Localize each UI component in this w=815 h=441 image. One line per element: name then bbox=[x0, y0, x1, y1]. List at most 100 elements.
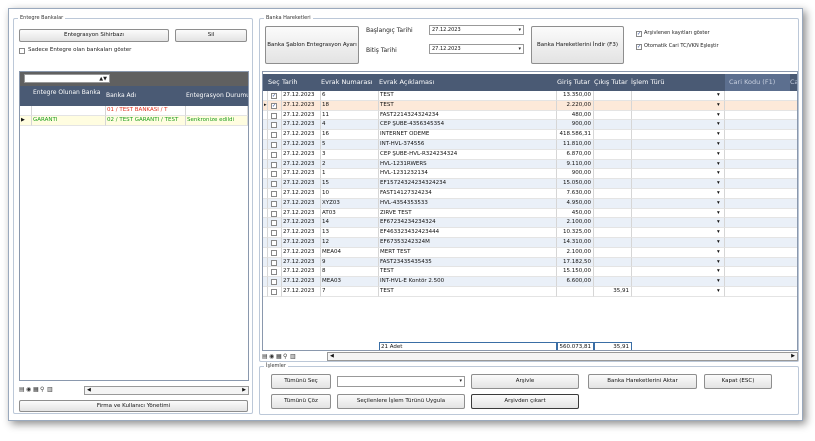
col-integrated-bank[interactable]: Entegre Olunan Banka bbox=[33, 86, 103, 106]
delete-button[interactable]: Sil bbox=[175, 29, 247, 42]
table-row[interactable]: 27.12.2023 4 CEP ŞUBE-4356345354 900,00 ▾ bbox=[263, 120, 797, 131]
cell-transaction-type[interactable]: ▾ bbox=[632, 189, 725, 199]
left-horizontal-scrollbar[interactable]: ◀ ▶ bbox=[84, 386, 249, 395]
col-account-code[interactable]: Cari Kodu (F1) bbox=[725, 74, 790, 91]
save-icon[interactable]: ▤ bbox=[262, 353, 268, 360]
cell-transaction-type[interactable]: ▾ bbox=[632, 208, 725, 219]
cell-transaction-type[interactable]: ▾ bbox=[632, 198, 725, 209]
row-select-checkbox[interactable] bbox=[271, 191, 277, 197]
table-row[interactable]: ▸ ✓ 27.12.2023 18 TEST 2.220,00 ▾ bbox=[263, 100, 797, 111]
only-integrated-checkbox[interactable] bbox=[19, 48, 25, 54]
scroll-right-icon[interactable]: ▶ bbox=[791, 353, 795, 359]
table-row[interactable]: 27.12.2023 AT03 ZIRVE TEST 450,00 ▾ bbox=[263, 208, 797, 219]
table-row[interactable]: 27.12.2023 7 TEST 35,91 ▾ bbox=[263, 287, 797, 297]
filter-icon[interactable]: ▦ bbox=[33, 386, 39, 393]
cell-transaction-type[interactable]: ▾ bbox=[632, 169, 725, 180]
cell-select[interactable] bbox=[268, 247, 282, 258]
cell-transaction-type[interactable]: ▾ bbox=[632, 257, 725, 268]
cell-select[interactable] bbox=[268, 277, 282, 287]
row-select-checkbox[interactable] bbox=[271, 161, 277, 168]
table-row[interactable]: 01 / TEST BANKASI / T bbox=[20, 106, 248, 116]
table-row[interactable]: 27.12.2023 15 EF15724324234324234 15.050,00… bbox=[263, 179, 797, 189]
table-row[interactable]: 27.12.2023 MEA03 INT-HVL-E Kontör 2.500 6.6… bbox=[263, 277, 797, 287]
cell-select[interactable] bbox=[268, 140, 282, 150]
row-select-checkbox[interactable] bbox=[271, 200, 277, 207]
table-row[interactable]: 27.12.2023 5 INT-HVL-374556 11.810,00 ▾ bbox=[263, 140, 797, 150]
cell-transaction-type[interactable]: ▾ bbox=[632, 247, 725, 258]
apply-transaction-type-button[interactable]: Seçilenlere İşlem Türünü Uygula bbox=[337, 394, 465, 409]
table-row[interactable]: 27.12.2023 8 TEST 15.150,00 ▾ bbox=[263, 267, 797, 278]
row-select-checkbox[interactable] bbox=[271, 249, 277, 256]
show-archived-checkbox[interactable]: ✓ bbox=[636, 31, 642, 37]
cell-select[interactable] bbox=[268, 159, 282, 170]
company-user-management-button[interactable]: Firma ve Kullanıcı Yönetimi bbox=[19, 400, 248, 412]
cell-select[interactable] bbox=[268, 257, 282, 268]
col-doc-description[interactable]: Evrak Açıklaması bbox=[379, 74, 529, 91]
cell-transaction-type[interactable]: ▾ bbox=[632, 110, 725, 121]
table-row[interactable]: 27.12.2023 MEA04 MERT TEST 2.100,00 ▾ bbox=[263, 247, 797, 258]
view-icon[interactable]: ◉ bbox=[269, 353, 274, 360]
table-row[interactable]: 27.12.2023 13 EF463323432423444 10.325,00 ▾ bbox=[263, 228, 797, 238]
cell-select[interactable] bbox=[268, 130, 282, 140]
col-doc-number[interactable]: Evrak Numarası bbox=[321, 74, 376, 91]
table-row[interactable]: 27.12.2023 11 FAST2214324324234 480,00 ▾ bbox=[263, 110, 797, 121]
cell-select[interactable] bbox=[268, 267, 282, 278]
col-transaction-type[interactable]: İşlem Türü bbox=[631, 74, 726, 91]
cell-transaction-type[interactable]: ▾ bbox=[632, 287, 725, 297]
cell-transaction-type[interactable]: ▾ bbox=[632, 179, 725, 189]
row-select-checkbox[interactable] bbox=[271, 240, 277, 246]
scroll-right-icon[interactable]: ▶ bbox=[242, 387, 246, 393]
cell-select[interactable] bbox=[268, 169, 282, 180]
bank-template-settings-button[interactable]: Banka Şablon Entegrasyon Ayarı bbox=[265, 26, 359, 64]
table-row[interactable]: ✓ 27.12.2023 6 TEST 13.350,00 ▾ bbox=[263, 91, 797, 101]
table-row[interactable]: 27.12.2023 3 CEP ŞUBE-HVL-R324234324 6.870,… bbox=[263, 149, 797, 160]
end-date-picker[interactable]: 27.12.2023 ▾ bbox=[429, 44, 524, 54]
search-icon[interactable]: ⚲ bbox=[283, 353, 287, 360]
row-select-checkbox[interactable]: ✓ bbox=[271, 102, 277, 109]
cell-select[interactable] bbox=[268, 120, 282, 131]
cell-select[interactable] bbox=[268, 189, 282, 199]
cell-select[interactable] bbox=[268, 110, 282, 121]
cell-transaction-type[interactable]: ▾ bbox=[632, 238, 725, 248]
col-in-amount[interactable]: Giriş Tutar bbox=[557, 74, 593, 91]
row-select-checkbox[interactable] bbox=[271, 269, 277, 276]
print-icon[interactable]: ▥ bbox=[290, 353, 296, 360]
row-select-checkbox[interactable] bbox=[271, 132, 277, 139]
table-row[interactable]: 27.12.2023 16 INTERNET ODEME 418.586,31 ▾ bbox=[263, 130, 797, 140]
row-select-checkbox[interactable] bbox=[271, 151, 277, 158]
cell-transaction-type[interactable]: ▾ bbox=[632, 267, 725, 278]
cell-transaction-type[interactable]: ▾ bbox=[632, 218, 725, 229]
save-icon[interactable]: ▤ bbox=[19, 386, 25, 393]
view-icon[interactable]: ◉ bbox=[26, 386, 31, 393]
cell-select[interactable] bbox=[268, 238, 282, 248]
row-select-checkbox[interactable] bbox=[271, 112, 277, 119]
table-row[interactable]: ▶ GARANTI 02 / TEST GARANTI / TEST Senkr… bbox=[20, 116, 248, 126]
table-row[interactable]: 27.12.2023 14 EF67234234234324 2.100,00 ▾ bbox=[263, 218, 797, 229]
row-select-checkbox[interactable] bbox=[271, 220, 277, 227]
unarchive-button[interactable]: Arşivden çıkart bbox=[471, 394, 579, 409]
cell-select[interactable] bbox=[268, 208, 282, 219]
row-select-checkbox[interactable] bbox=[271, 171, 277, 178]
table-row[interactable]: 27.12.2023 XYZ03 HVL-4354353533 4.950,00 ▾ bbox=[263, 198, 797, 209]
transfer-bank-movements-button[interactable]: Banka Hareketlerini Aktar bbox=[588, 374, 697, 389]
cell-transaction-type[interactable]: ▾ bbox=[632, 149, 725, 160]
col-account-more[interactable]: Ca bbox=[790, 74, 797, 91]
cell-select[interactable] bbox=[268, 149, 282, 160]
row-select-checkbox[interactable] bbox=[271, 230, 277, 237]
cell-select[interactable] bbox=[268, 179, 282, 189]
row-select-checkbox[interactable] bbox=[271, 289, 277, 295]
row-select-checkbox[interactable] bbox=[271, 142, 277, 148]
print-icon[interactable]: ▥ bbox=[47, 386, 53, 393]
integration-wizard-button[interactable]: Entegrasyon Sihirbazı bbox=[19, 29, 169, 42]
col-out-amount[interactable]: Çıkış Tutar bbox=[594, 74, 632, 91]
download-bank-movements-button[interactable]: Banka Hareketlerini İndir (F3) bbox=[531, 26, 624, 64]
cell-select[interactable]: ✓ bbox=[268, 91, 282, 101]
table-row[interactable]: 27.12.2023 10 FAST14127324234 7.630,00 ▾ bbox=[263, 189, 797, 199]
row-select-checkbox[interactable] bbox=[271, 210, 277, 217]
scroll-left-icon[interactable]: ◀ bbox=[330, 353, 334, 359]
row-select-checkbox[interactable] bbox=[271, 122, 277, 129]
row-select-checkbox[interactable] bbox=[271, 259, 277, 266]
start-date-picker[interactable]: 27.12.2023 ▾ bbox=[429, 25, 524, 35]
close-button[interactable]: Kapat (ESC) bbox=[704, 374, 772, 389]
search-icon[interactable]: ⚲ bbox=[40, 386, 44, 393]
